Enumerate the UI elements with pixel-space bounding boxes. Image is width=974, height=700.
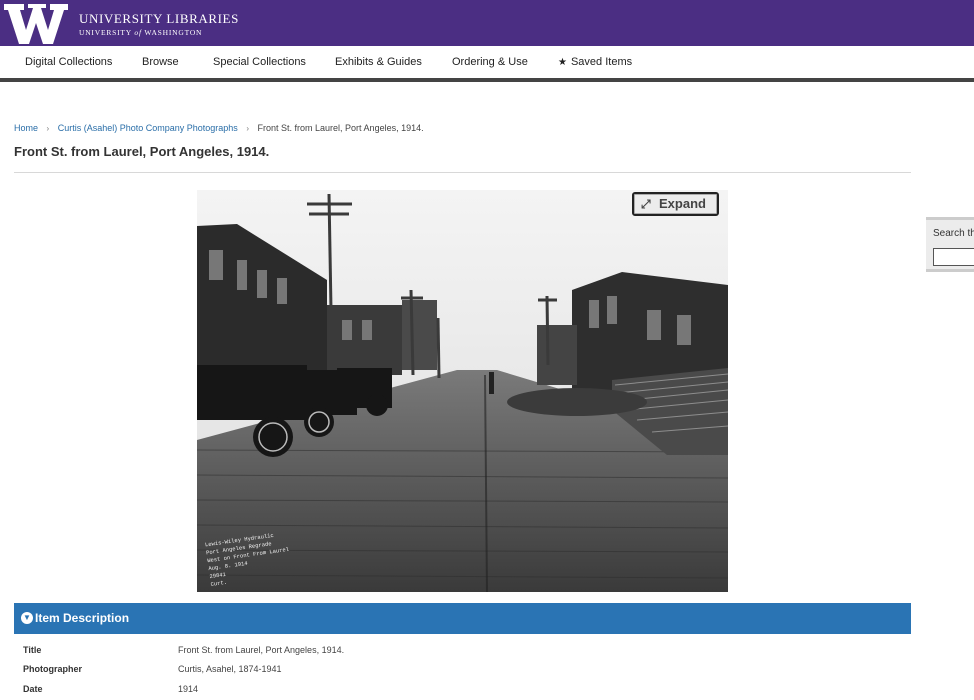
uw-w-logo[interactable] [4,4,68,44]
site-header: UNIVERSITY LIBRARIES UNIVERSITY of WASHI… [0,0,974,46]
breadcrumb-home[interactable]: Home [14,123,38,133]
breadcrumb-collection[interactable]: Curtis (Asahel) Photo Company Photograph… [58,123,238,133]
star-icon: ★ [558,57,567,68]
photo-street-scene: Lewis-Wiley Hydraulic Port Angeles Regra… [197,190,728,592]
chevron-right-icon: › [246,124,249,133]
metadata-row-date: Date 1914 [14,684,911,700]
side-search-input[interactable] [933,248,974,266]
nav-special-collections[interactable]: Special Collections [213,56,306,68]
chevron-down-circle-icon: ▼ [21,612,33,624]
metadata-label: Date [23,684,43,694]
nav-saved-items-label: Saved Items [570,56,633,68]
nav-ordering-use[interactable]: Ordering & Use [452,56,528,68]
expand-button-label: Expand [659,196,706,211]
library-title[interactable]: UNIVERSITY LIBRARIES [79,11,239,27]
metadata-label: Photographer [23,664,83,674]
metadata-row-title: Title Front St. from Laurel, Port Angele… [14,645,911,663]
nav-browse[interactable]: Browse [142,56,179,68]
chevron-right-icon: › [46,124,50,133]
side-search-panel: Search th [926,217,974,272]
breadcrumb-current: Front St. from Laurel, Port Angeles, 191… [257,123,424,133]
subtitle-suffix: WASHINGTON [144,28,203,37]
item-description-title: Item Description [35,611,130,625]
subtitle-prefix: UNIVERSITY [79,28,132,37]
nav-saved-items[interactable]: ★ Saved Items [558,56,632,68]
metadata-value: 1914 [178,684,199,694]
expand-arrows-icon: ⤢ [641,197,651,211]
item-description-toggle[interactable]: ▼ Item Description [14,603,911,634]
nav-exhibits-guides[interactable]: Exhibits & Guides [335,56,422,68]
main-nav: Digital Collections Browse Special Colle… [0,46,974,82]
subtitle-of: of [134,28,142,37]
title-divider [14,172,911,173]
library-subtitle: UNIVERSITY of WASHINGTON [79,28,202,37]
expand-button[interactable]: ⤢ Expand [632,192,719,216]
metadata-row-photographer: Photographer Curtis, Asahel, 1874-1941 [14,664,911,682]
breadcrumb: Home › Curtis (Asahel) Photo Company Pho… [14,123,424,133]
item-photo[interactable]: Lewis-Wiley Hydraulic Port Angeles Regra… [197,190,728,592]
side-search-label: Search th [933,228,974,239]
metadata-value[interactable]: Curtis, Asahel, 1874-1941 [178,664,282,674]
page-title: Front St. from Laurel, Port Angeles, 191… [14,144,270,159]
metadata-value: Front St. from Laurel, Port Angeles, 191… [178,645,345,655]
nav-digital-collections[interactable]: Digital Collections [25,56,112,68]
metadata-label: Title [23,645,42,655]
